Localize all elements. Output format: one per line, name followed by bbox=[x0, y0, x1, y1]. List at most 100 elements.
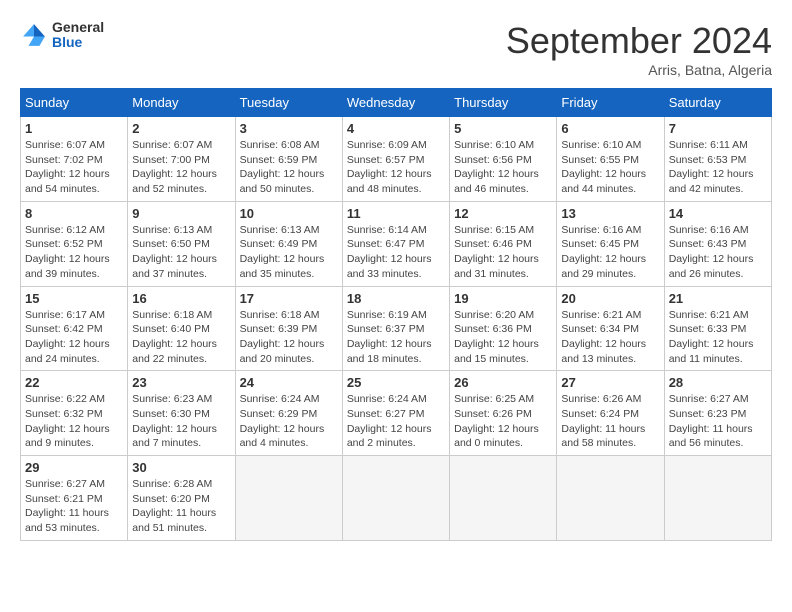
calendar-cell: 2 Sunrise: 6:07 AMSunset: 7:00 PMDaylight… bbox=[128, 117, 235, 202]
calendar-cell: 17Sunrise: 6:18 AMSunset: 6:39 PMDayligh… bbox=[235, 286, 342, 371]
day-info: Sunrise: 6:17 AMSunset: 6:42 PMDaylight:… bbox=[25, 308, 123, 367]
day-number: 1 bbox=[25, 121, 123, 136]
day-info: Sunrise: 6:18 AMSunset: 6:40 PMDaylight:… bbox=[132, 308, 230, 367]
title-area: September 2024 Arris, Batna, Algeria bbox=[506, 20, 772, 78]
day-info: Sunrise: 6:21 AMSunset: 6:33 PMDaylight:… bbox=[669, 308, 767, 367]
header: General Blue September 2024 Arris, Batna… bbox=[20, 20, 772, 78]
calendar-cell bbox=[450, 456, 557, 541]
calendar-cell: 12Sunrise: 6:15 AMSunset: 6:46 PMDayligh… bbox=[450, 201, 557, 286]
day-number: 30 bbox=[132, 460, 230, 475]
calendar-table: SundayMondayTuesdayWednesdayThursdayFrid… bbox=[20, 88, 772, 541]
day-number: 2 bbox=[132, 121, 230, 136]
calendar-cell: 3Sunrise: 6:08 AMSunset: 6:59 PMDaylight… bbox=[235, 117, 342, 202]
calendar-cell: 18 Sunrise: 6:19 AMSunset: 6:37 PMDayligh… bbox=[342, 286, 449, 371]
calendar-cell: 20 Sunrise: 6:21 AMSunset: 6:34 PMDayligh… bbox=[557, 286, 664, 371]
calendar-week-4: 22 Sunrise: 6:22 AMSunset: 6:32 PMDayligh… bbox=[21, 371, 772, 456]
calendar-cell: 6 Sunrise: 6:10 AMSunset: 6:55 PMDaylight… bbox=[557, 117, 664, 202]
day-info: Sunrise: 6:16 AMSunset: 6:45 PMDaylight:… bbox=[561, 223, 659, 282]
day-info: Sunrise: 6:11 AMSunset: 6:53 PMDaylight:… bbox=[669, 138, 767, 197]
day-info: Sunrise: 6:28 AMSunset: 6:20 PMDaylight:… bbox=[132, 477, 230, 536]
day-number: 18 bbox=[347, 291, 445, 306]
day-number: 9 bbox=[132, 206, 230, 221]
calendar-cell: 11 Sunrise: 6:14 AMSunset: 6:47 PMDayligh… bbox=[342, 201, 449, 286]
calendar-cell: 29 Sunrise: 6:27 AMSunset: 6:21 PMDayligh… bbox=[21, 456, 128, 541]
calendar-cell: 19Sunrise: 6:20 AMSunset: 6:36 PMDayligh… bbox=[450, 286, 557, 371]
day-number: 20 bbox=[561, 291, 659, 306]
calendar-cell: 30 Sunrise: 6:28 AMSunset: 6:20 PMDayligh… bbox=[128, 456, 235, 541]
day-info: Sunrise: 6:21 AMSunset: 6:34 PMDaylight:… bbox=[561, 308, 659, 367]
logo: General Blue bbox=[20, 20, 104, 51]
calendar-cell: 10 Sunrise: 6:13 AMSunset: 6:49 PMDayligh… bbox=[235, 201, 342, 286]
location: Arris, Batna, Algeria bbox=[506, 62, 772, 78]
calendar-cell bbox=[557, 456, 664, 541]
weekday-header-row: SundayMondayTuesdayWednesdayThursdayFrid… bbox=[21, 89, 772, 117]
calendar-week-1: 1 Sunrise: 6:07 AMSunset: 7:02 PMDaylight… bbox=[21, 117, 772, 202]
day-info: Sunrise: 6:19 AMSunset: 6:37 PMDaylight:… bbox=[347, 308, 445, 367]
day-number: 29 bbox=[25, 460, 123, 475]
day-number: 26 bbox=[454, 375, 552, 390]
day-info: Sunrise: 6:26 AMSunset: 6:24 PMDaylight:… bbox=[561, 392, 659, 451]
day-number: 25 bbox=[347, 375, 445, 390]
calendar-cell: 4 Sunrise: 6:09 AMSunset: 6:57 PMDaylight… bbox=[342, 117, 449, 202]
calendar-cell: 15 Sunrise: 6:17 AMSunset: 6:42 PMDayligh… bbox=[21, 286, 128, 371]
day-info: Sunrise: 6:15 AMSunset: 6:46 PMDaylight:… bbox=[454, 223, 552, 282]
day-number: 7 bbox=[669, 121, 767, 136]
day-number: 23 bbox=[132, 375, 230, 390]
weekday-header-tuesday: Tuesday bbox=[235, 89, 342, 117]
calendar-cell bbox=[664, 456, 771, 541]
calendar-cell: 9 Sunrise: 6:13 AMSunset: 6:50 PMDaylight… bbox=[128, 201, 235, 286]
day-info: Sunrise: 6:13 AMSunset: 6:49 PMDaylight:… bbox=[240, 223, 338, 282]
day-info: Sunrise: 6:07 AMSunset: 7:02 PMDaylight:… bbox=[25, 138, 123, 197]
month-title: September 2024 bbox=[506, 20, 772, 62]
calendar-cell: 13Sunrise: 6:16 AMSunset: 6:45 PMDayligh… bbox=[557, 201, 664, 286]
day-number: 4 bbox=[347, 121, 445, 136]
day-info: Sunrise: 6:14 AMSunset: 6:47 PMDaylight:… bbox=[347, 223, 445, 282]
day-number: 27 bbox=[561, 375, 659, 390]
calendar-cell: 27 Sunrise: 6:26 AMSunset: 6:24 PMDayligh… bbox=[557, 371, 664, 456]
calendar-cell: 28 Sunrise: 6:27 AMSunset: 6:23 PMDayligh… bbox=[664, 371, 771, 456]
day-info: Sunrise: 6:27 AMSunset: 6:23 PMDaylight:… bbox=[669, 392, 767, 451]
day-number: 6 bbox=[561, 121, 659, 136]
weekday-header-wednesday: Wednesday bbox=[342, 89, 449, 117]
day-number: 19 bbox=[454, 291, 552, 306]
calendar-week-2: 8Sunrise: 6:12 AMSunset: 6:52 PMDaylight… bbox=[21, 201, 772, 286]
logo-blue-text: Blue bbox=[52, 35, 104, 50]
day-info: Sunrise: 6:10 AMSunset: 6:56 PMDaylight:… bbox=[454, 138, 552, 197]
calendar-cell: 23Sunrise: 6:23 AMSunset: 6:30 PMDayligh… bbox=[128, 371, 235, 456]
calendar-cell: 26Sunrise: 6:25 AMSunset: 6:26 PMDayligh… bbox=[450, 371, 557, 456]
weekday-header-sunday: Sunday bbox=[21, 89, 128, 117]
logo-icon bbox=[20, 21, 48, 49]
day-info: Sunrise: 6:27 AMSunset: 6:21 PMDaylight:… bbox=[25, 477, 123, 536]
calendar-week-5: 29 Sunrise: 6:27 AMSunset: 6:21 PMDayligh… bbox=[21, 456, 772, 541]
day-number: 5 bbox=[454, 121, 552, 136]
day-info: Sunrise: 6:13 AMSunset: 6:50 PMDaylight:… bbox=[132, 223, 230, 282]
day-number: 24 bbox=[240, 375, 338, 390]
calendar-cell: 5 Sunrise: 6:10 AMSunset: 6:56 PMDaylight… bbox=[450, 117, 557, 202]
day-info: Sunrise: 6:10 AMSunset: 6:55 PMDaylight:… bbox=[561, 138, 659, 197]
calendar-cell: 16 Sunrise: 6:18 AMSunset: 6:40 PMDayligh… bbox=[128, 286, 235, 371]
calendar-cell: 8Sunrise: 6:12 AMSunset: 6:52 PMDaylight… bbox=[21, 201, 128, 286]
calendar-cell: 7 Sunrise: 6:11 AMSunset: 6:53 PMDaylight… bbox=[664, 117, 771, 202]
day-number: 28 bbox=[669, 375, 767, 390]
day-number: 11 bbox=[347, 206, 445, 221]
day-info: Sunrise: 6:22 AMSunset: 6:32 PMDaylight:… bbox=[25, 392, 123, 451]
logo-general-text: General bbox=[52, 20, 104, 35]
calendar-body: 1 Sunrise: 6:07 AMSunset: 7:02 PMDaylight… bbox=[21, 117, 772, 541]
weekday-header-friday: Friday bbox=[557, 89, 664, 117]
calendar-cell: 1 Sunrise: 6:07 AMSunset: 7:02 PMDaylight… bbox=[21, 117, 128, 202]
day-info: Sunrise: 6:24 AMSunset: 6:27 PMDaylight:… bbox=[347, 392, 445, 451]
day-info: Sunrise: 6:07 AMSunset: 7:00 PMDaylight:… bbox=[132, 138, 230, 197]
calendar-header: SundayMondayTuesdayWednesdayThursdayFrid… bbox=[21, 89, 772, 117]
day-number: 10 bbox=[240, 206, 338, 221]
day-number: 14 bbox=[669, 206, 767, 221]
calendar-cell bbox=[235, 456, 342, 541]
day-number: 16 bbox=[132, 291, 230, 306]
day-number: 3 bbox=[240, 121, 338, 136]
day-number: 21 bbox=[669, 291, 767, 306]
day-info: Sunrise: 6:09 AMSunset: 6:57 PMDaylight:… bbox=[347, 138, 445, 197]
calendar-cell bbox=[342, 456, 449, 541]
calendar-cell: 25 Sunrise: 6:24 AMSunset: 6:27 PMDayligh… bbox=[342, 371, 449, 456]
day-number: 22 bbox=[25, 375, 123, 390]
day-info: Sunrise: 6:16 AMSunset: 6:43 PMDaylight:… bbox=[669, 223, 767, 282]
day-number: 15 bbox=[25, 291, 123, 306]
